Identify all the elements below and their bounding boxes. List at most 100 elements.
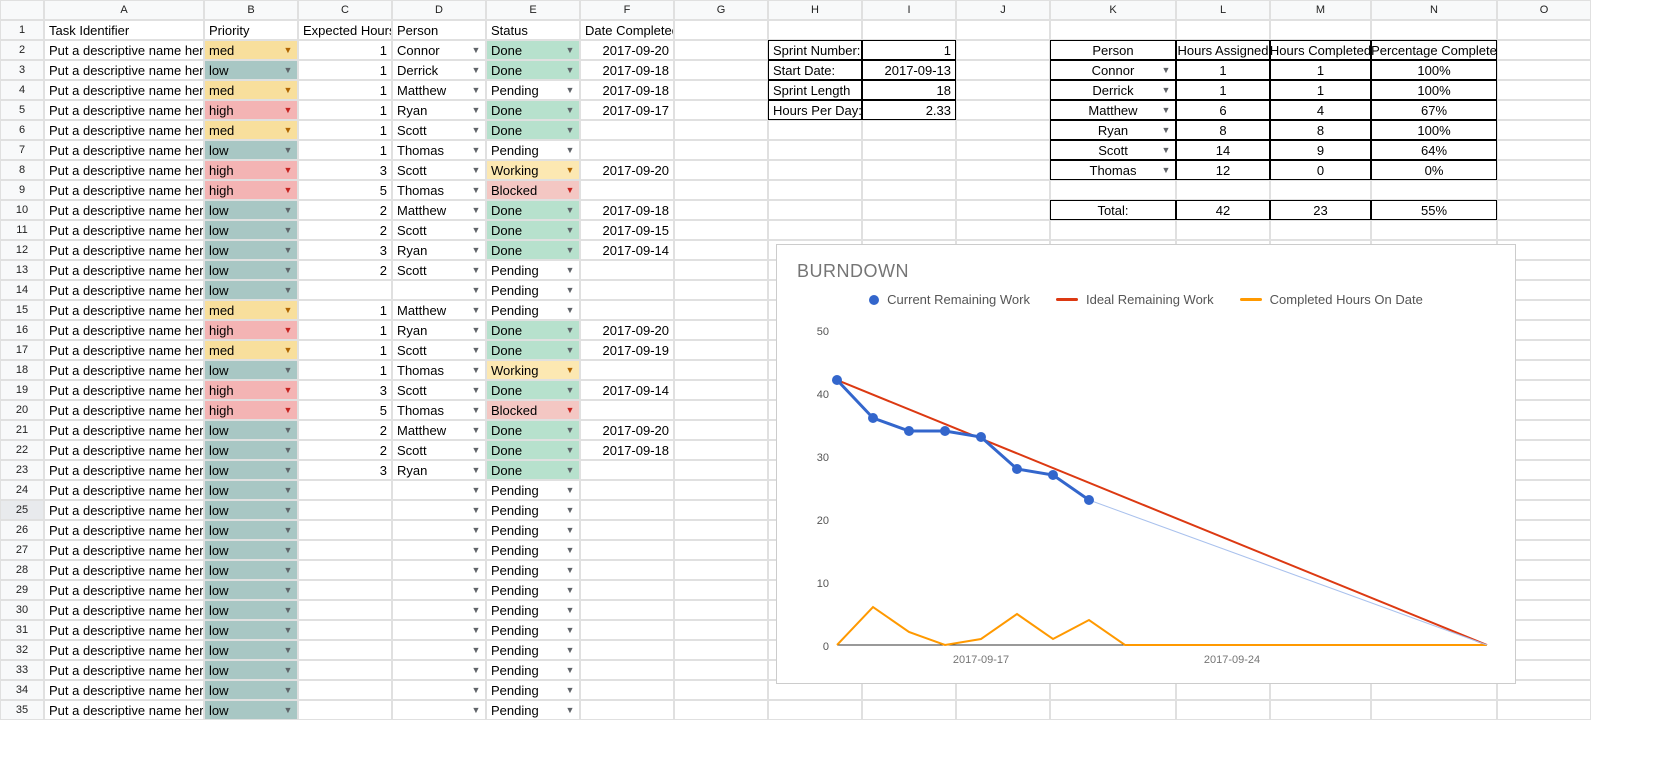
empty-cell[interactable] <box>1371 700 1497 720</box>
hours-cell[interactable]: 3 <box>298 240 392 260</box>
empty-cell[interactable] <box>674 260 768 280</box>
date-cell[interactable]: 2017-09-18 <box>580 80 674 100</box>
task-cell[interactable]: Put a descriptive name here <box>44 280 204 300</box>
priority-cell[interactable]: low▼ <box>204 620 298 640</box>
empty-cell[interactable] <box>956 60 1050 80</box>
task-cell[interactable]: Put a descriptive name here <box>44 240 204 260</box>
dropdown-arrow-icon[interactable]: ▼ <box>563 663 577 677</box>
status-cell[interactable]: Done▼ <box>486 200 580 220</box>
dropdown-arrow-icon[interactable]: ▼ <box>281 523 295 537</box>
dropdown-arrow-icon[interactable]: ▼ <box>469 243 483 257</box>
hours-cell[interactable]: 5 <box>298 400 392 420</box>
task-cell[interactable]: Put a descriptive name here <box>44 440 204 460</box>
row-header[interactable]: 32 <box>0 640 44 660</box>
row-header[interactable]: 10 <box>0 200 44 220</box>
hours-cell[interactable] <box>298 680 392 700</box>
dropdown-arrow-icon[interactable]: ▼ <box>281 643 295 657</box>
summary-completed[interactable]: 0 <box>1270 160 1371 180</box>
summary-percent[interactable]: 0% <box>1371 160 1497 180</box>
summary-person[interactable]: Ryan▼ <box>1050 120 1176 140</box>
dropdown-arrow-icon[interactable]: ▼ <box>281 263 295 277</box>
priority-cell[interactable]: high▼ <box>204 160 298 180</box>
empty-cell[interactable] <box>674 100 768 120</box>
status-cell[interactable]: Done▼ <box>486 60 580 80</box>
empty-cell[interactable] <box>956 140 1050 160</box>
date-cell[interactable] <box>580 120 674 140</box>
date-cell[interactable] <box>580 140 674 160</box>
row-header[interactable]: 14 <box>0 280 44 300</box>
task-cell[interactable]: Put a descriptive name here <box>44 600 204 620</box>
summary-completed[interactable]: 1 <box>1270 60 1371 80</box>
task-cell[interactable]: Put a descriptive name here <box>44 420 204 440</box>
person-cell[interactable]: ▼ <box>392 700 486 720</box>
person-cell[interactable]: Derrick▼ <box>392 60 486 80</box>
priority-cell[interactable]: high▼ <box>204 180 298 200</box>
dropdown-arrow-icon[interactable]: ▼ <box>563 503 577 517</box>
status-cell[interactable]: Pending▼ <box>486 300 580 320</box>
row-header[interactable]: 16 <box>0 320 44 340</box>
person-cell[interactable]: ▼ <box>392 640 486 660</box>
priority-cell[interactable]: med▼ <box>204 80 298 100</box>
person-cell[interactable]: Scott▼ <box>392 440 486 460</box>
summary-header[interactable]: Person <box>1050 40 1176 60</box>
task-cell[interactable]: Put a descriptive name here <box>44 340 204 360</box>
empty-cell[interactable] <box>674 360 768 380</box>
sprint-label[interactable]: Start Date: <box>768 60 862 80</box>
date-cell[interactable]: 2017-09-18 <box>580 60 674 80</box>
header-hours[interactable]: Expected Hours <box>298 20 392 40</box>
empty-cell[interactable] <box>674 400 768 420</box>
header-date[interactable]: Date Completed <box>580 20 674 40</box>
dropdown-arrow-icon[interactable]: ▼ <box>281 103 295 117</box>
row-header[interactable]: 34 <box>0 680 44 700</box>
summary-assigned[interactable]: 12 <box>1176 160 1270 180</box>
person-cell[interactable]: Scott▼ <box>392 260 486 280</box>
empty-cell[interactable] <box>1497 700 1591 720</box>
hours-cell[interactable] <box>298 540 392 560</box>
priority-cell[interactable]: low▼ <box>204 260 298 280</box>
priority-cell[interactable]: low▼ <box>204 200 298 220</box>
summary-header[interactable]: Hours Assigned <box>1176 40 1270 60</box>
column-header[interactable]: E <box>486 0 580 20</box>
priority-cell[interactable]: low▼ <box>204 460 298 480</box>
empty-cell[interactable] <box>674 20 768 40</box>
task-cell[interactable]: Put a descriptive name here <box>44 180 204 200</box>
empty-cell[interactable] <box>1497 100 1591 120</box>
status-cell[interactable]: Pending▼ <box>486 640 580 660</box>
empty-cell[interactable] <box>862 200 956 220</box>
column-header[interactable]: M <box>1270 0 1371 20</box>
row-header[interactable]: 28 <box>0 560 44 580</box>
dropdown-arrow-icon[interactable]: ▼ <box>281 283 295 297</box>
hours-cell[interactable]: 1 <box>298 40 392 60</box>
task-cell[interactable]: Put a descriptive name here <box>44 60 204 80</box>
sprint-value[interactable]: 2.33 <box>862 100 956 120</box>
summary-percent[interactable]: 100% <box>1371 60 1497 80</box>
row-header[interactable]: 35 <box>0 700 44 720</box>
dropdown-arrow-icon[interactable]: ▼ <box>469 483 483 497</box>
dropdown-arrow-icon[interactable]: ▼ <box>469 703 483 717</box>
person-cell[interactable]: Thomas▼ <box>392 360 486 380</box>
column-header[interactable]: H <box>768 0 862 20</box>
priority-cell[interactable]: low▼ <box>204 600 298 620</box>
row-header[interactable]: 18 <box>0 360 44 380</box>
hours-cell[interactable] <box>298 580 392 600</box>
empty-cell[interactable] <box>956 220 1050 240</box>
dropdown-arrow-icon[interactable]: ▼ <box>563 263 577 277</box>
empty-cell[interactable] <box>1371 180 1497 200</box>
empty-cell[interactable] <box>768 20 862 40</box>
summary-percent[interactable]: 100% <box>1371 120 1497 140</box>
task-cell[interactable]: Put a descriptive name here <box>44 680 204 700</box>
status-cell[interactable]: Pending▼ <box>486 500 580 520</box>
column-header[interactable]: I <box>862 0 956 20</box>
date-cell[interactable]: 2017-09-18 <box>580 440 674 460</box>
person-cell[interactable]: ▼ <box>392 280 486 300</box>
hours-cell[interactable] <box>298 560 392 580</box>
task-cell[interactable]: Put a descriptive name here <box>44 700 204 720</box>
date-cell[interactable]: 2017-09-14 <box>580 380 674 400</box>
date-cell[interactable]: 2017-09-20 <box>580 40 674 60</box>
priority-cell[interactable]: low▼ <box>204 680 298 700</box>
person-cell[interactable]: Thomas▼ <box>392 140 486 160</box>
summary-percent[interactable]: 64% <box>1371 140 1497 160</box>
person-cell[interactable]: ▼ <box>392 500 486 520</box>
sprint-value[interactable]: 1 <box>862 40 956 60</box>
task-cell[interactable]: Put a descriptive name here <box>44 580 204 600</box>
